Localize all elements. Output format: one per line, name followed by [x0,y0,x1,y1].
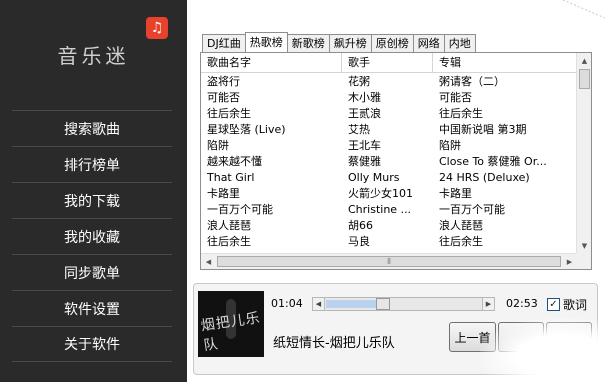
cover-text: 烟把儿乐队 [199,310,262,355]
artist-cell: Christine ... [348,203,412,216]
scroll-left-icon[interactable]: ◀ [201,254,216,269]
sidebar-item-charts[interactable]: 排行榜单 [12,146,172,182]
tab-mainland[interactable]: 内地 [443,34,476,52]
sidebar-item-settings[interactable]: 软件设置 [12,290,172,326]
table-row[interactable]: That Girl Olly Murs 24 HRS (Deluxe) [201,170,577,186]
sidebar-item-search[interactable]: 搜索歌曲 [12,110,172,146]
song-title-cell: 浪人琵琶 [207,219,251,232]
table-row[interactable]: 往后余生 马良 往后余生 [201,234,577,250]
lyric-toggle[interactable]: ✓ 歌词 [547,296,587,313]
song-title-cell: 星球坠落 (Live) [207,123,286,136]
song-title-cell: 陷阱 [207,139,229,152]
column-header-title[interactable]: 歌曲名字 [201,53,342,73]
song-title-cell: 越来越不懂 [207,155,262,168]
song-title-cell: 可能否 [207,91,240,104]
song-title-cell: 往后余生 [207,235,251,248]
table-row[interactable]: 越来越不懂 蔡健雅 Close To 蔡健雅 Or... [201,154,577,170]
table-row[interactable]: 一百万个可能 Christine ... 一百万个可能 [201,202,577,218]
scroll-down-icon[interactable]: ▼ [577,238,592,253]
album-cell: 可能否 [439,91,472,104]
total-time: 02:53 [506,297,538,310]
tab-dj[interactable]: DJ红曲 [202,34,246,52]
album-cell: 陷阱 [439,139,461,152]
screen-glare [480,318,600,382]
song-list: 歌曲名字 歌手 专辑 盗将行 花粥 粥请客（二） 可能否 木小雅 可能否 往后余生 王贰浪 往后… [200,52,592,270]
song-title-cell: 盗将行 [207,75,240,88]
artist-cell: 木小雅 [348,91,381,104]
artist-cell: 胡66 [348,219,373,232]
song-title-cell: 往后余生 [207,107,251,120]
sidebar-item-sync[interactable]: 同步歌单 [12,254,172,290]
artist-cell: 王贰浪 [348,107,381,120]
table-row[interactable]: 盗将行 花粥 粥请客（二） [201,74,577,90]
vertical-scrollbar[interactable]: ▲ ▼ [576,53,591,253]
now-playing-title: 纸短情长-烟把儿乐队 [273,336,395,351]
artist-cell: Olly Murs [348,171,400,184]
current-time: 01:04 [271,297,303,310]
seek-forward-icon[interactable]: ▶ [482,298,494,310]
checkbox-icon[interactable]: ✓ [547,298,560,311]
table-row[interactable]: 卡路里 火箭少女101 卡路里 [201,186,577,202]
chart-tabs: DJ红曲 热歌榜 新歌榜 飙升榜 原创榜 网络 内地 [202,32,476,52]
artist-cell: 火箭少女101 [348,187,413,200]
artist-cell: 王北车 [348,139,381,152]
table-row[interactable]: 浪人琵琶 胡66 浪人琵琶 [201,218,577,234]
list-header: 歌曲名字 歌手 专辑 [201,53,577,73]
tab-network[interactable]: 网络 [412,34,445,52]
corner-decoration [562,0,605,19]
artist-cell: 花粥 [348,75,370,88]
tab-rising[interactable]: 飙升榜 [328,34,372,52]
sidebar-item-favorites[interactable]: 我的收藏 [12,218,172,254]
tab-original[interactable]: 原创榜 [370,34,414,52]
tab-new[interactable]: 新歌榜 [286,34,330,52]
horizontal-scroll-thumb[interactable]: ⦀ [217,256,561,267]
seek-back-icon[interactable]: ◀ [313,298,325,310]
album-cell: 往后余生 [439,235,483,248]
song-title-cell: 一百万个可能 [207,203,273,216]
sidebar-item-about[interactable]: 关于软件 [12,326,172,362]
table-row[interactable]: 星球坠落 (Live) 艾热 中国新说唱 第3期 [201,122,577,138]
album-cell: 卡路里 [439,187,472,200]
album-cell: 浪人琵琶 [439,219,483,232]
album-cell: 粥请客（二） [439,75,505,88]
scroll-corner [576,253,591,269]
vertical-scroll-thumb[interactable] [579,69,590,89]
column-header-artist[interactable]: 歌手 [342,53,433,73]
horizontal-scrollbar[interactable]: ◀ ⦀ ▶ [201,253,577,269]
scroll-right-icon[interactable]: ▶ [562,254,577,269]
sidebar-item-downloads[interactable]: 我的下载 [12,182,172,218]
table-row[interactable]: 可能否 木小雅 可能否 [201,90,577,106]
sidebar: ♫ 音乐迷 搜索歌曲 排行榜单 我的下载 我的收藏 同步歌单 软件设置 关于软件 [0,0,187,382]
album-cell: 一百万个可能 [439,203,505,216]
song-title-cell: 卡路里 [207,187,240,200]
app-title: 音乐迷 [57,44,130,68]
scroll-up-icon[interactable]: ▲ [577,53,592,68]
song-title-cell: That Girl [207,171,255,184]
sidebar-nav: 搜索歌曲 排行榜单 我的下载 我的收藏 同步歌单 软件设置 关于软件 [12,110,172,362]
album-cell: Close To 蔡健雅 Or... [439,155,547,168]
table-row[interactable]: 往后余生 王贰浪 往后余生 [201,106,577,122]
music-note-icon: ♫ [146,17,168,39]
lyric-label: 歌词 [563,298,588,312]
list-rows: 盗将行 花粥 粥请客（二） 可能否 木小雅 可能否 往后余生 王贰浪 往后余生 星球坠落 (Liv… [201,74,577,250]
artist-cell: 艾热 [348,123,370,136]
progress-fill [326,300,383,308]
artist-cell: 马良 [348,235,370,248]
progress-knob[interactable] [376,298,390,310]
album-cell: 往后余生 [439,107,483,120]
album-cell: 中国新说唱 第3期 [439,123,527,136]
tab-hot[interactable]: 热歌榜 [244,32,288,52]
column-header-album[interactable]: 专辑 [433,53,577,73]
table-row[interactable]: 陷阱 王北车 陷阱 [201,138,577,154]
artist-cell: 蔡健雅 [348,155,381,168]
album-cover: 烟把儿乐队 [198,291,264,357]
album-cell: 24 HRS (Deluxe) [439,171,530,184]
progress-slider[interactable]: ◀ ▶ [312,297,495,311]
